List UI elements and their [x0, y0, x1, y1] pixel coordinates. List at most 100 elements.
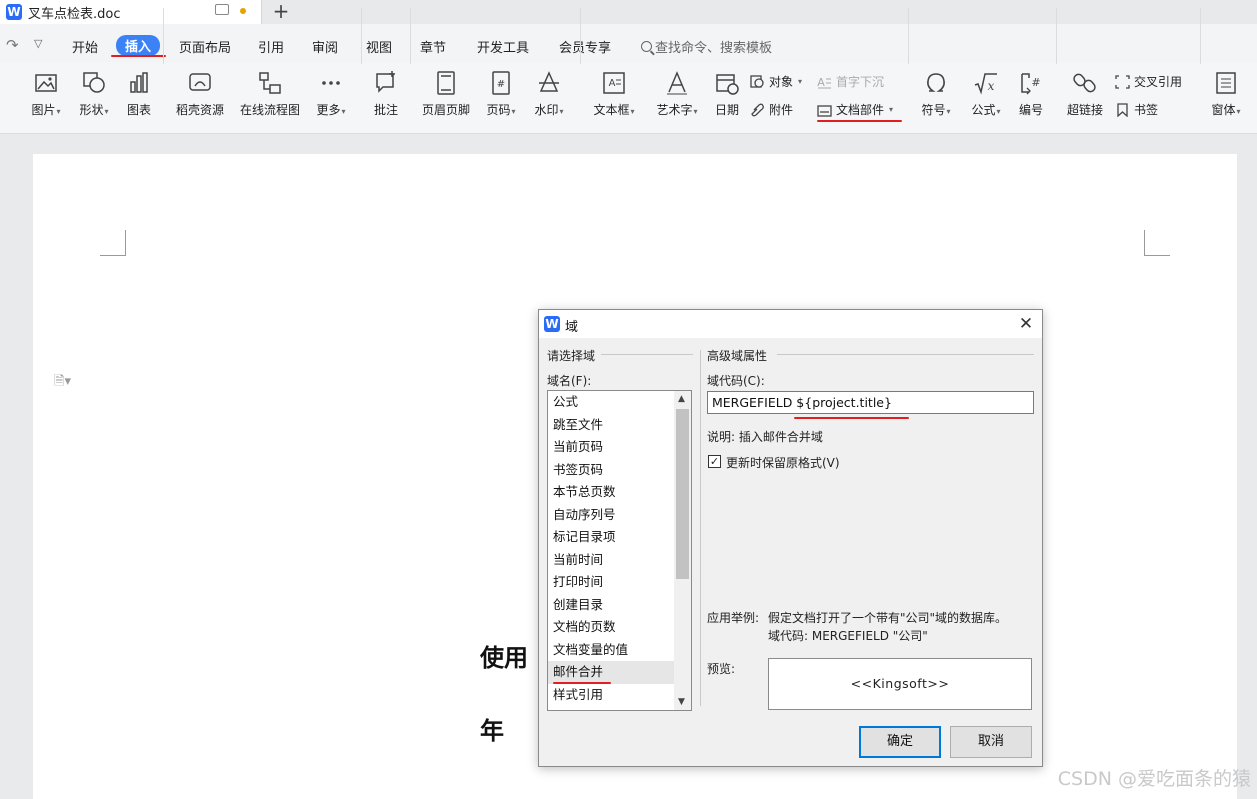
paragraph-handle-icon[interactable]: 🗎▾	[54, 372, 71, 394]
object-button[interactable]: 对象 ▾	[750, 73, 802, 90]
tab-home[interactable]: 开始	[72, 37, 98, 56]
field-code-input[interactable]	[707, 391, 1034, 414]
comment-button[interactable]: 批注	[368, 70, 404, 118]
tab-developer[interactable]: 开发工具	[477, 37, 529, 56]
symbol-button[interactable]: 符号▾	[916, 70, 956, 118]
crop-mark-top-right	[1144, 230, 1170, 256]
formula-button[interactable]: x 公式▾	[966, 70, 1006, 118]
tab-references[interactable]: 引用	[258, 37, 284, 56]
annotation-underline-insert	[111, 55, 166, 57]
dropcap-label: 首字下沉	[836, 75, 885, 89]
scroll-down-icon[interactable]: ▼	[678, 697, 685, 707]
list-item[interactable]: 当前时间	[548, 549, 691, 572]
field-dialog: W 域 ✕ 请选择域 域名(F): 公式 跳至文件 当前页码 书签页码 本节总页…	[538, 309, 1043, 767]
list-item[interactable]: 样式引用	[548, 684, 691, 707]
list-scrollbar[interactable]: ▲ ▼	[674, 391, 691, 710]
list-item[interactable]: 创建目录	[548, 594, 691, 617]
tab-page-layout[interactable]: 页面布局	[179, 37, 231, 56]
attachment-label: 附件	[769, 103, 794, 117]
document-text-line-1[interactable]: 使用	[480, 638, 528, 673]
list-item[interactable]: 标记目录项	[548, 526, 691, 549]
flowchart-icon	[259, 72, 281, 94]
quick-access-dropdown-icon[interactable]: ▽	[34, 37, 42, 50]
list-item[interactable]: 本节总页数	[548, 481, 691, 504]
watermark-button[interactable]: 水印▾	[528, 70, 570, 118]
header-footer-button[interactable]: 页眉页脚	[418, 70, 474, 118]
list-item[interactable]: 打印时间	[548, 571, 691, 594]
wordart-icon	[667, 71, 687, 95]
object-icon	[750, 74, 764, 88]
dialog-title-bar[interactable]: W 域 ✕	[539, 310, 1042, 338]
dialog-title: 域	[565, 320, 579, 335]
column-divider	[700, 350, 701, 706]
textbox-icon: A	[603, 72, 625, 94]
flowchart-button[interactable]: 在线流程图	[236, 70, 304, 118]
window-button[interactable]: 窗体▾	[1206, 70, 1246, 118]
cancel-button[interactable]: 取消	[950, 726, 1032, 758]
paperclip-icon	[751, 103, 764, 116]
cross-reference-label: 交叉引用	[1134, 75, 1183, 89]
page-number-button[interactable]: # 页码▾	[481, 70, 521, 118]
numbering-button[interactable]: # 编号	[1013, 70, 1049, 118]
watermark-label: 水印	[534, 103, 559, 117]
field-name-list[interactable]: 公式 跳至文件 当前页码 书签页码 本节总页数 自动序列号 标记目录项 当前时间…	[547, 390, 692, 711]
numbering-label: 编号	[1018, 103, 1043, 117]
textbox-button[interactable]: A 文本框▾	[588, 70, 640, 118]
scrollbar-thumb[interactable]	[676, 409, 689, 579]
tab-insert[interactable]: 插入	[116, 35, 161, 56]
list-item[interactable]: 自动序列号	[548, 504, 691, 527]
hyperlink-button[interactable]: 超链接	[1064, 70, 1106, 118]
command-search[interactable]: 查找命令、搜索模板	[641, 37, 772, 56]
bookmark-button[interactable]: 书签	[1115, 101, 1158, 118]
close-icon[interactable]: ✕	[1015, 313, 1037, 335]
shape-icon	[83, 72, 105, 93]
unsaved-dot-icon	[240, 8, 246, 14]
textbox-label: 文本框	[593, 103, 630, 117]
list-item[interactable]: 文档的页数	[548, 616, 691, 639]
redo-icon[interactable]: ↷	[6, 36, 19, 54]
more-button[interactable]: 更多▾	[310, 70, 352, 118]
more-label: 更多	[316, 103, 341, 117]
keep-format-checkbox[interactable]: ✓	[708, 455, 721, 468]
picture-label: 图片	[31, 103, 56, 117]
ok-button[interactable]: 确定	[859, 726, 941, 758]
doc-parts-icon	[817, 104, 832, 117]
comment-label: 批注	[373, 103, 398, 117]
formula-icon: x	[974, 73, 997, 95]
keep-format-label[interactable]: 更新时保留原格式(V)	[726, 454, 840, 471]
cross-reference-button[interactable]: 交叉引用	[1115, 73, 1182, 90]
list-item[interactable]: 公式	[548, 391, 691, 414]
tab-member[interactable]: 会员专享	[559, 37, 611, 56]
chart-button[interactable]: 图表	[120, 70, 158, 118]
shape-button[interactable]: 形状▾	[72, 70, 116, 118]
bookmark-icon	[1117, 102, 1128, 117]
picture-button[interactable]: 图片▾	[24, 70, 68, 118]
daoke-resource-button[interactable]: 稻壳资源	[172, 70, 228, 118]
list-item[interactable]: 当前页码	[548, 436, 691, 459]
list-item[interactable]: 跳至文件	[548, 414, 691, 437]
tab-chapter[interactable]: 章节	[420, 37, 446, 56]
wordart-button[interactable]: 艺术字▾	[651, 70, 703, 118]
date-label: 日期	[714, 103, 739, 117]
new-tab-button[interactable]: +	[272, 0, 290, 24]
select-field-group-title: 请选择域	[547, 349, 596, 363]
list-item-selected[interactable]: 邮件合并	[548, 661, 691, 684]
field-description: 说明: 插入邮件合并域	[707, 430, 823, 444]
date-button[interactable]: 日期	[710, 70, 744, 118]
attachment-button[interactable]: 附件	[750, 101, 793, 118]
list-item[interactable]: 文档变量的值	[548, 639, 691, 662]
doc-parts-button[interactable]: 文档部件 ▾	[817, 101, 893, 118]
document-text-line-2[interactable]: 年	[480, 711, 504, 746]
list-item[interactable]: 书签页码	[548, 459, 691, 482]
tab-view[interactable]: 视图	[366, 37, 392, 56]
ribbon-separator	[1056, 8, 1057, 64]
scroll-up-icon[interactable]: ▲	[678, 394, 685, 404]
tab-review[interactable]: 审阅	[312, 37, 338, 56]
link-icon	[1073, 73, 1096, 93]
symbol-label: 符号	[921, 103, 946, 117]
monitor-icon[interactable]	[215, 4, 229, 15]
resource-icon	[189, 73, 211, 91]
dropcap-button[interactable]: A 首字下沉	[817, 73, 884, 90]
group-divider	[777, 354, 1034, 355]
document-tab[interactable]: W 叉车点检表.doc	[0, 0, 262, 24]
